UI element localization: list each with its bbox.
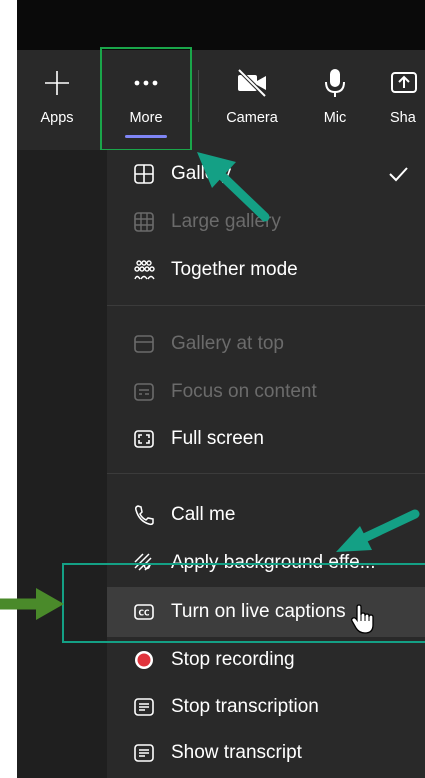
title-bar	[17, 0, 425, 50]
menu-item-together-mode[interactable]: Together mode	[107, 247, 425, 293]
toolbar-divider	[198, 70, 199, 122]
large-grid-icon	[133, 211, 155, 233]
checkmark-icon	[387, 163, 409, 185]
background-effects-icon	[133, 552, 155, 574]
mic-label: Mic	[323, 110, 347, 126]
transcript-icon	[133, 696, 155, 718]
camera-label: Camera	[226, 110, 278, 126]
menu-label-full-screen: Full screen	[171, 428, 264, 449]
fullscreen-icon	[133, 428, 155, 450]
camera-button[interactable]: Camera	[207, 50, 297, 150]
grid-icon	[133, 163, 155, 185]
active-tab-indicator	[125, 135, 167, 138]
meeting-toolbar: Apps More Camera Mic Sha	[17, 50, 425, 150]
menu-separator	[107, 305, 425, 306]
menu-label-gallery-at-top: Gallery at top	[171, 333, 284, 354]
microphone-icon	[300, 65, 370, 101]
closed-captions-icon: CC	[133, 601, 155, 623]
mic-button[interactable]: Mic	[300, 50, 370, 150]
focus-content-icon	[133, 381, 155, 403]
apps-label: Apps	[40, 110, 74, 126]
menu-label-together-mode: Together mode	[171, 259, 298, 280]
svg-text:CC: CC	[138, 609, 150, 618]
menu-label-call-me: Call me	[171, 504, 236, 525]
menu-item-large-gallery: Large gallery	[107, 199, 425, 245]
menu-item-call-me[interactable]: Call me	[107, 492, 425, 538]
menu-item-show-transcript[interactable]: Show transcript	[107, 730, 425, 776]
menu-label-stop-transcription: Stop transcription	[171, 696, 319, 717]
share-label: Sha	[390, 110, 416, 126]
transcript-icon	[133, 742, 155, 764]
apps-button[interactable]: Apps	[17, 50, 97, 150]
menu-item-stop-recording[interactable]: Stop recording	[107, 637, 425, 683]
phone-icon	[133, 504, 155, 526]
menu-label-stop-recording: Stop recording	[171, 649, 295, 670]
share-icon	[383, 65, 425, 101]
more-label: More	[129, 110, 163, 126]
menu-item-turn-on-live-captions[interactable]: CC Turn on live captions	[107, 587, 425, 637]
menu-label-focus-on-content: Focus on content	[171, 381, 317, 402]
menu-item-focus-on-content: Focus on content	[107, 369, 425, 415]
gallery-top-icon	[133, 333, 155, 355]
menu-label-turn-on-captions: Turn on live captions	[171, 601, 346, 622]
menu-item-full-screen[interactable]: Full screen	[107, 416, 425, 462]
menu-label-apply-background: Apply background effe...	[171, 552, 376, 573]
plus-icon	[17, 65, 97, 101]
menu-item-gallery[interactable]: Gallery	[107, 151, 425, 197]
menu-label-gallery: Gallery	[171, 163, 232, 184]
menu-label-large-gallery: Large gallery	[171, 211, 281, 232]
more-options-menu: Gallery Large gallery Together mode Gall…	[107, 150, 425, 778]
meeting-window: Apps More Camera Mic Sha Gallery Large g…	[17, 0, 425, 778]
ellipsis-icon	[104, 65, 188, 101]
hand-cursor-icon	[349, 603, 375, 635]
menu-item-gallery-at-top: Gallery at top	[107, 321, 425, 367]
record-icon	[133, 649, 155, 671]
menu-item-stop-transcription[interactable]: Stop transcription	[107, 684, 425, 730]
meeting-stage	[17, 150, 107, 778]
menu-separator	[107, 473, 425, 474]
menu-item-apply-background-effects[interactable]: Apply background effe...	[107, 540, 425, 586]
menu-label-show-transcript: Show transcript	[171, 742, 302, 763]
share-button[interactable]: Sha	[383, 50, 425, 150]
camera-off-icon	[207, 65, 297, 101]
people-group-icon	[133, 259, 155, 281]
